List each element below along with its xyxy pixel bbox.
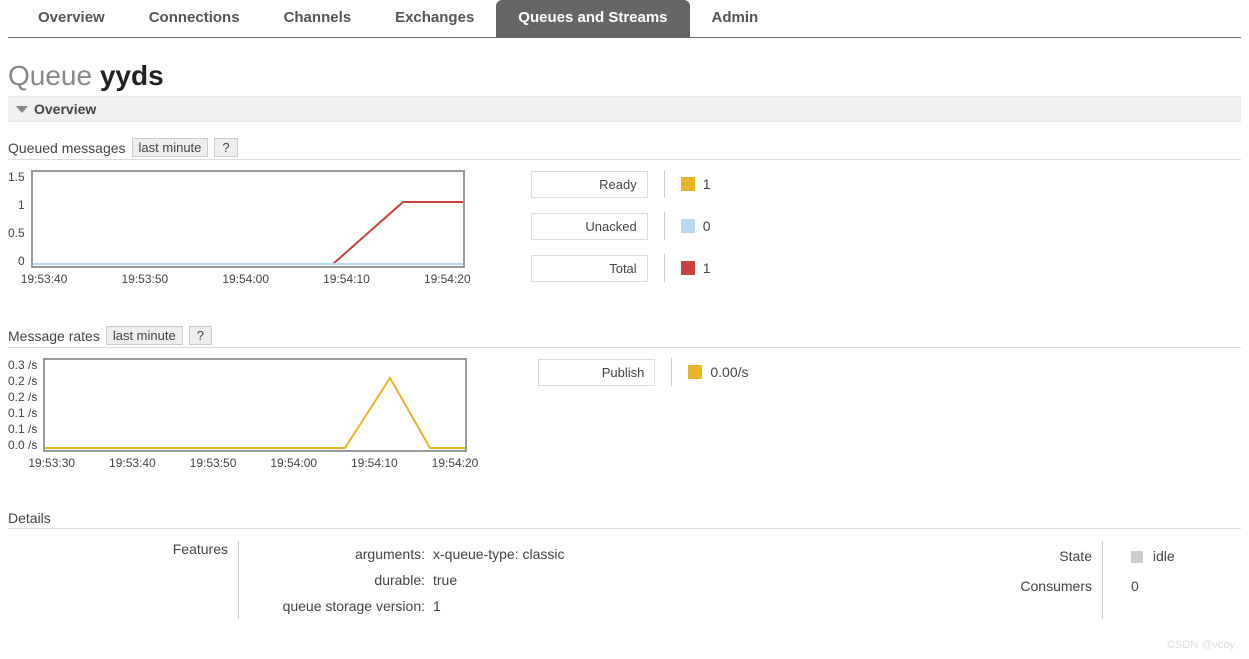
legend-unacked-value: 0: [703, 218, 711, 234]
legend-total-button[interactable]: Total: [531, 255, 648, 282]
detail-value: 1: [433, 593, 613, 619]
chart1-plot-area: [31, 170, 465, 268]
queued-messages-chart: 1.5 1 0.5 0 19:53:40 19:53:50: [8, 170, 471, 286]
message-rates-title: Message rates: [8, 328, 100, 344]
message-rates-chart: 0.3 /s 0.2 /s 0.2 /s 0.1 /s 0.1 /s 0.0 /…: [8, 358, 478, 470]
features-label: Features: [8, 541, 228, 557]
detail-value: x-queue-type: classic: [433, 541, 613, 567]
state-value: idle: [1131, 541, 1241, 571]
tab-overview[interactable]: Overview: [16, 0, 127, 37]
legend-publish-button[interactable]: Publish: [538, 359, 655, 386]
queued-messages-title: Queued messages: [8, 140, 126, 156]
legend-total-value: 1: [703, 260, 711, 276]
details-grid: Features arguments: durable: queue stora…: [8, 541, 1241, 619]
chart2-x-axis: 19:53:30 19:53:40 19:53:50 19:54:00 19:5…: [28, 452, 478, 470]
state-swatch-icon: [1131, 551, 1143, 563]
message-rates-help-button[interactable]: ?: [189, 326, 212, 345]
queued-messages-legend: Ready 1 Unacked 0 Total 1: [531, 170, 711, 296]
ready-swatch-icon: [681, 177, 695, 191]
queued-messages-help-button[interactable]: ?: [214, 138, 237, 157]
chart2-plot-area: [43, 358, 467, 452]
overview-section-label: Overview: [34, 101, 96, 117]
queued-messages-header: Queued messages last minute ?: [8, 138, 1241, 160]
legend-unacked-button[interactable]: Unacked: [531, 213, 648, 240]
total-swatch-icon: [681, 261, 695, 275]
details-title: Details: [8, 510, 1241, 529]
detail-value: true: [433, 567, 613, 593]
message-rates-range-button[interactable]: last minute: [106, 326, 183, 345]
entity-kind: Queue: [8, 60, 92, 91]
detail-key: queue storage version:: [255, 593, 425, 619]
tab-connections[interactable]: Connections: [127, 0, 262, 37]
caret-down-icon: [16, 106, 28, 113]
entity-name: yyds: [100, 60, 164, 91]
legend-ready-value: 1: [703, 176, 711, 192]
tab-admin[interactable]: Admin: [690, 0, 781, 37]
publish-swatch-icon: [688, 365, 702, 379]
watermark: CSDN @vcoy: [1167, 639, 1235, 651]
detail-key: durable:: [255, 567, 425, 593]
overview-section-header[interactable]: Overview: [8, 96, 1241, 122]
message-rates-legend: Publish 0.00/s: [538, 358, 748, 400]
message-rates-header: Message rates last minute ?: [8, 326, 1241, 348]
detail-key: arguments:: [255, 541, 425, 567]
page-title: Queue yyds: [8, 60, 1241, 92]
legend-publish-value: 0.00/s: [710, 364, 748, 380]
chart2-y-axis: 0.3 /s 0.2 /s 0.2 /s 0.1 /s 0.1 /s 0.0 /…: [8, 358, 43, 454]
tab-queues-streams[interactable]: Queues and Streams: [496, 0, 689, 37]
tab-channels[interactable]: Channels: [262, 0, 374, 37]
chart1-x-axis: 19:53:40 19:53:50 19:54:00 19:54:10 19:5…: [21, 268, 471, 286]
chart1-y-axis: 1.5 1 0.5 0: [8, 170, 31, 270]
state-label: State: [613, 541, 1092, 571]
legend-ready-button[interactable]: Ready: [531, 171, 648, 198]
consumers-label: Consumers: [613, 571, 1092, 601]
tab-exchanges[interactable]: Exchanges: [373, 0, 496, 37]
unacked-swatch-icon: [681, 219, 695, 233]
queued-messages-range-button[interactable]: last minute: [132, 138, 209, 157]
consumers-value: 0: [1131, 571, 1241, 601]
main-tabs: Overview Connections Channels Exchanges …: [8, 0, 1241, 38]
